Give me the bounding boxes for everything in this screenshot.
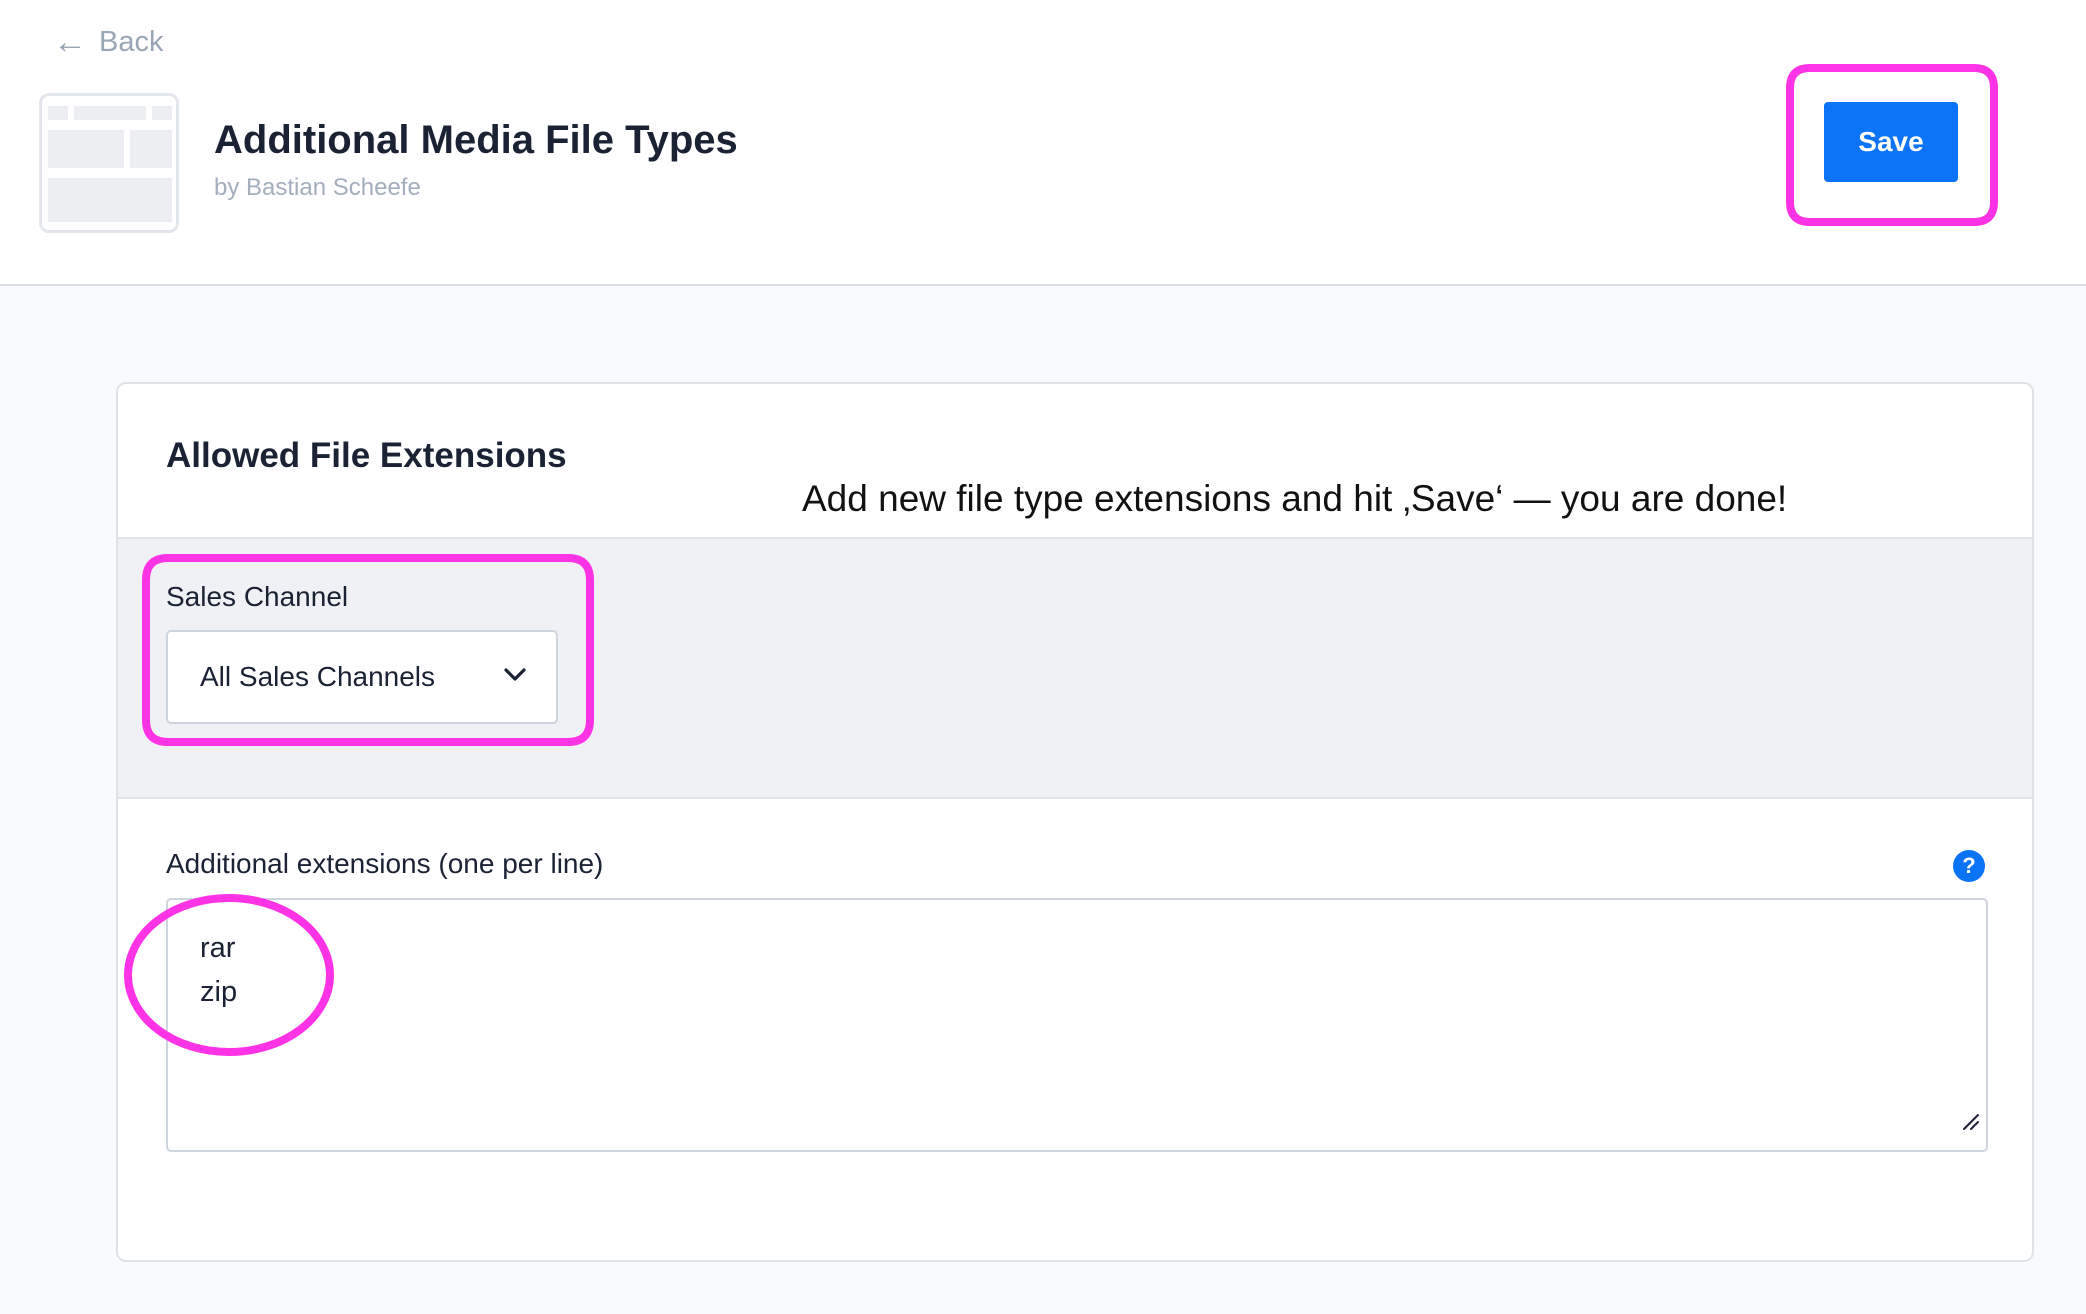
extensions-textarea[interactable]: rar zip xyxy=(166,898,1988,1152)
help-icon[interactable]: ? xyxy=(1953,850,1985,882)
extension-line: zip xyxy=(200,976,238,1008)
sales-channel-value: All Sales Channels xyxy=(200,661,436,692)
arrow-left-icon: ← xyxy=(53,23,87,61)
sales-channel-select[interactable]: All Sales Channels xyxy=(166,630,558,724)
back-link[interactable]: ← Back xyxy=(53,22,163,62)
plugin-placeholder-icon xyxy=(39,93,179,233)
annotation-hint: Add new file type extensions and hit ‚Sa… xyxy=(802,478,1788,519)
resize-grip-icon[interactable] xyxy=(1962,1100,1980,1144)
sales-channel-section: Sales Channel All Sales Channels xyxy=(118,537,2032,799)
plugin-title-block: Additional Media File Types by Bastian S… xyxy=(214,112,738,202)
extensions-label: Additional extensions (one per line) xyxy=(166,848,604,879)
card-title: Allowed File Extensions xyxy=(166,436,567,475)
save-button[interactable]: Save xyxy=(1824,102,1958,182)
plugin-author: by Bastian Scheefe xyxy=(214,174,421,201)
sales-channel-label: Sales Channel xyxy=(166,581,349,612)
back-label: Back xyxy=(99,25,164,58)
chevron-down-icon xyxy=(504,667,526,687)
plugin-title: Additional Media File Types xyxy=(214,118,738,162)
settings-card: Allowed File Extensions Add new file typ… xyxy=(116,382,2034,1262)
page-header: ← Back Additional Media File Types by Ba… xyxy=(0,0,2086,286)
extension-line: rar xyxy=(200,932,236,964)
